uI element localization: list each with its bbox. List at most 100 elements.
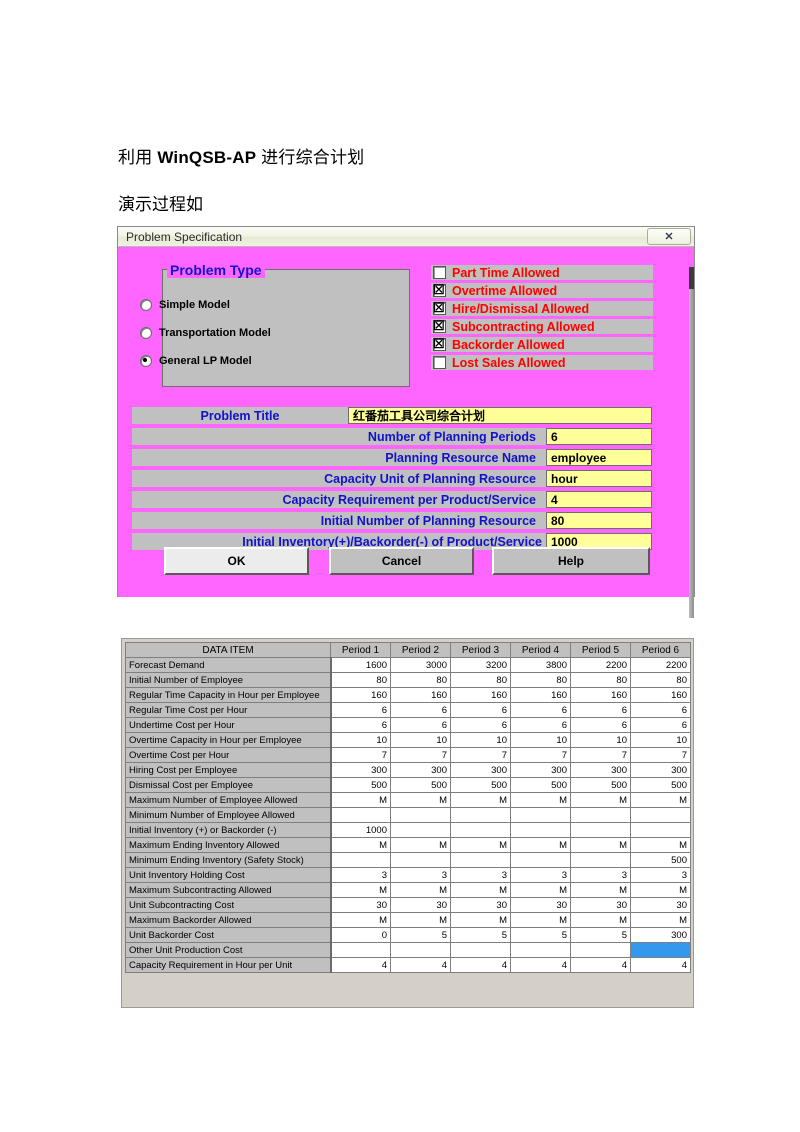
data-cell[interactable] xyxy=(330,807,391,823)
planning-resource-name-input[interactable]: employee xyxy=(546,449,652,466)
data-cell[interactable]: M xyxy=(510,882,571,898)
data-cell[interactable] xyxy=(390,807,451,823)
data-cell[interactable]: 300 xyxy=(330,762,391,778)
data-cell[interactable]: 3 xyxy=(630,867,691,883)
row-header-cell[interactable]: Capacity Requirement in Hour per Unit xyxy=(125,957,332,973)
problem-title-input[interactable]: 红番茄工具公司综合计划 xyxy=(348,407,652,424)
data-cell[interactable]: 300 xyxy=(630,927,691,943)
data-cell[interactable]: 3200 xyxy=(450,657,511,673)
data-cell[interactable]: 0 xyxy=(330,927,391,943)
ok-button[interactable]: OK xyxy=(164,547,309,575)
data-cell[interactable]: M xyxy=(330,882,391,898)
data-cell[interactable]: 30 xyxy=(510,897,571,913)
checkbox-lost-sales-allowed[interactable]: Lost Sales Allowed xyxy=(431,355,653,370)
data-cell[interactable]: 10 xyxy=(510,732,571,748)
data-cell[interactable] xyxy=(630,807,691,823)
data-cell[interactable]: 3 xyxy=(450,867,511,883)
data-cell[interactable]: 4 xyxy=(450,957,511,973)
row-header-cell[interactable]: Forecast Demand xyxy=(125,657,332,673)
data-cell[interactable]: M xyxy=(630,882,691,898)
data-cell[interactable]: 6 xyxy=(450,717,511,733)
data-cell[interactable]: 80 xyxy=(330,672,391,688)
data-cell[interactable]: 10 xyxy=(450,732,511,748)
row-header-cell[interactable]: Hiring Cost per Employee xyxy=(125,762,332,778)
data-cell[interactable]: 6 xyxy=(570,702,631,718)
data-cell[interactable]: 30 xyxy=(390,897,451,913)
data-cell[interactable]: 300 xyxy=(570,762,631,778)
data-cell[interactable]: 80 xyxy=(570,672,631,688)
data-cell[interactable]: 300 xyxy=(510,762,571,778)
data-cell[interactable]: 3 xyxy=(390,867,451,883)
initial-resource-input[interactable]: 80 xyxy=(546,512,652,529)
data-cell[interactable]: 300 xyxy=(390,762,451,778)
data-cell[interactable]: 160 xyxy=(390,687,451,703)
data-cell[interactable]: M xyxy=(330,792,391,808)
data-cell[interactable]: 1600 xyxy=(330,657,391,673)
data-cell[interactable]: 2200 xyxy=(630,657,691,673)
row-header-cell[interactable]: Undertime Cost per Hour xyxy=(125,717,332,733)
data-cell[interactable]: M xyxy=(330,837,391,853)
column-header-data-item[interactable]: DATA ITEM xyxy=(125,642,331,658)
data-cell[interactable]: 6 xyxy=(330,702,391,718)
data-cell[interactable]: 80 xyxy=(390,672,451,688)
data-cell[interactable]: 6 xyxy=(510,717,571,733)
data-cell[interactable] xyxy=(390,942,451,958)
data-cell[interactable] xyxy=(570,807,631,823)
data-cell[interactable]: 80 xyxy=(450,672,511,688)
data-cell[interactable]: 7 xyxy=(510,747,571,763)
data-cell[interactable]: 5 xyxy=(570,927,631,943)
data-cell[interactable] xyxy=(510,852,571,868)
data-cell[interactable]: M xyxy=(570,792,631,808)
data-cell[interactable]: 3000 xyxy=(390,657,451,673)
data-cell[interactable]: 160 xyxy=(630,687,691,703)
data-cell[interactable]: 160 xyxy=(450,687,511,703)
data-cell[interactable]: 500 xyxy=(510,777,571,793)
row-header-cell[interactable]: Maximum Backorder Allowed xyxy=(125,912,332,928)
data-cell[interactable]: 30 xyxy=(570,897,631,913)
row-header-cell[interactable]: Initial Inventory (+) or Backorder (-) xyxy=(125,822,332,838)
data-cell[interactable]: 2200 xyxy=(570,657,631,673)
data-cell[interactable]: M xyxy=(570,882,631,898)
checkbox-hire-dismissal-allowed[interactable]: Hire/Dismissal Allowed xyxy=(431,301,653,316)
planning-periods-input[interactable]: 6 xyxy=(546,428,652,445)
row-header-cell[interactable]: Maximum Number of Employee Allowed xyxy=(125,792,332,808)
column-header-period-1[interactable]: Period 1 xyxy=(330,642,391,658)
data-cell[interactable]: 30 xyxy=(630,897,691,913)
data-cell[interactable]: 300 xyxy=(630,762,691,778)
data-cell[interactable]: 160 xyxy=(570,687,631,703)
data-cell[interactable] xyxy=(450,822,511,838)
data-cell[interactable]: M xyxy=(630,837,691,853)
data-cell[interactable]: 7 xyxy=(630,747,691,763)
data-cell[interactable]: M xyxy=(330,912,391,928)
data-cell[interactable]: M xyxy=(450,882,511,898)
row-header-cell[interactable]: Maximum Subcontracting Allowed xyxy=(125,882,332,898)
data-cell[interactable]: 7 xyxy=(390,747,451,763)
data-cell[interactable]: M xyxy=(390,912,451,928)
data-cell[interactable]: 10 xyxy=(570,732,631,748)
data-cell[interactable]: 160 xyxy=(330,687,391,703)
row-header-cell[interactable]: Overtime Capacity in Hour per Employee xyxy=(125,732,332,748)
data-cell[interactable]: 500 xyxy=(570,777,631,793)
data-cell[interactable] xyxy=(330,942,391,958)
row-header-cell[interactable]: Regular Time Cost per Hour xyxy=(125,702,332,718)
data-cell[interactable]: 500 xyxy=(630,852,691,868)
radio-transportation-model[interactable]: Transportation Model xyxy=(140,327,271,339)
data-cell[interactable]: 6 xyxy=(630,717,691,733)
data-cell[interactable]: 6 xyxy=(510,702,571,718)
data-cell[interactable]: 7 xyxy=(570,747,631,763)
data-cell-selected[interactable] xyxy=(630,942,691,958)
data-cell[interactable] xyxy=(510,807,571,823)
column-header-period-3[interactable]: Period 3 xyxy=(450,642,511,658)
checkbox-backorder-allowed[interactable]: Backorder Allowed xyxy=(431,337,653,352)
data-cell[interactable]: 3800 xyxy=(510,657,571,673)
data-cell[interactable]: 6 xyxy=(330,717,391,733)
data-cell[interactable] xyxy=(510,822,571,838)
row-header-cell[interactable]: Unit Subcontracting Cost xyxy=(125,897,332,913)
data-cell[interactable]: M xyxy=(450,837,511,853)
data-cell[interactable]: 300 xyxy=(450,762,511,778)
dialog-titlebar[interactable]: Problem Specification ✕ xyxy=(118,227,694,247)
checkbox-subcontracting-allowed[interactable]: Subcontracting Allowed xyxy=(431,319,653,334)
column-header-period-2[interactable]: Period 2 xyxy=(390,642,451,658)
radio-general-lp-model[interactable]: General LP Model xyxy=(140,355,252,367)
data-cell[interactable]: 10 xyxy=(390,732,451,748)
